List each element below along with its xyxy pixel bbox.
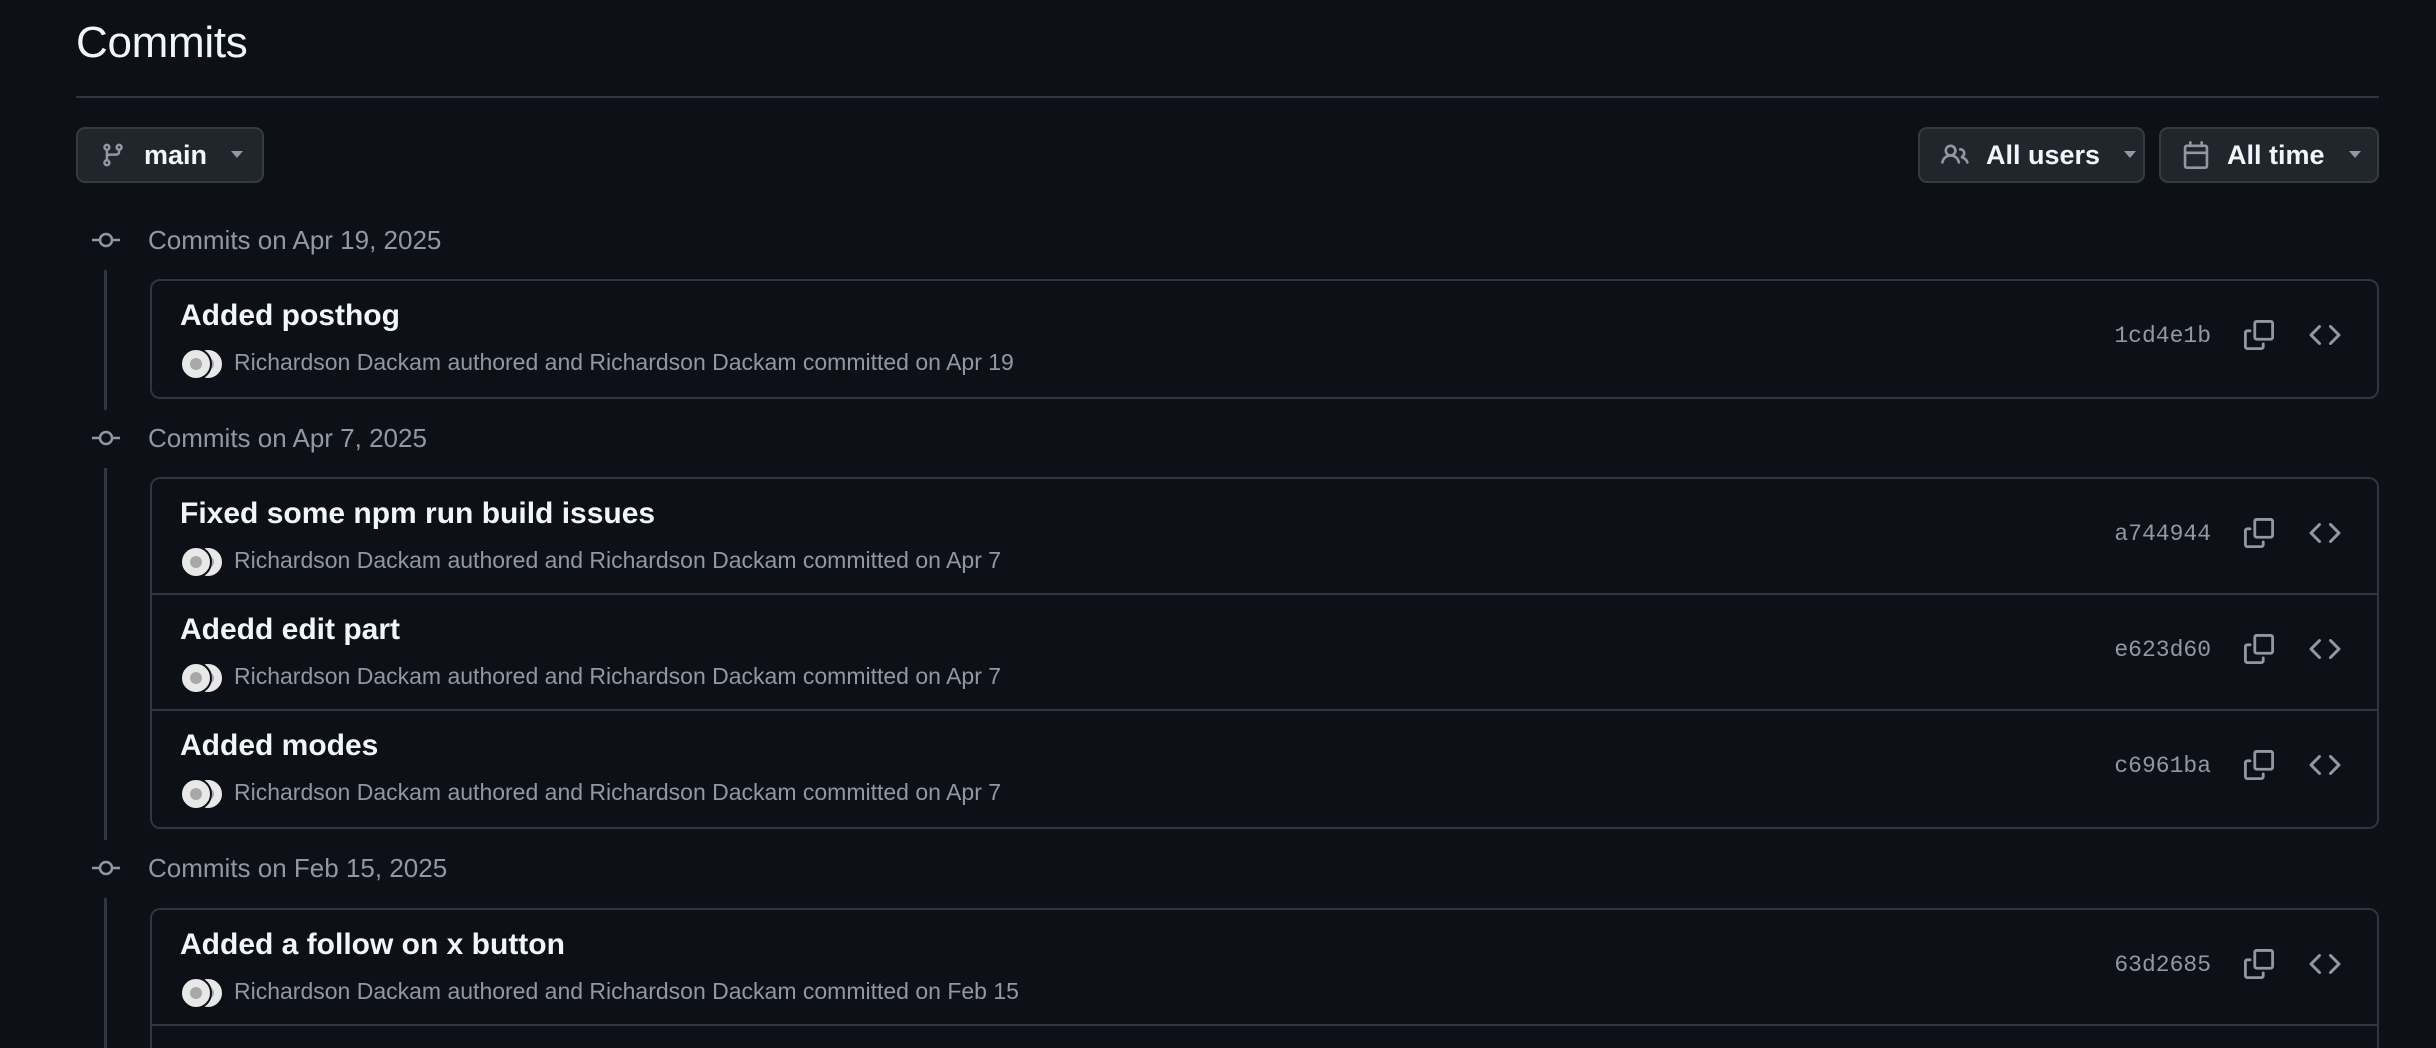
commit-sha-link[interactable]: a744944 <box>2114 521 2211 547</box>
avatar[interactable] <box>180 662 212 694</box>
browse-repo-button[interactable] <box>2307 319 2343 355</box>
commit-meta: Richardson Dackam authored and Richardso… <box>180 775 1002 810</box>
triangle-down-icon <box>229 150 245 160</box>
commit-group-header: Commits on Apr 19, 2025 <box>76 220 441 260</box>
browse-repo-button[interactable] <box>2307 517 2343 553</box>
commit-group-header: Commits on Feb 15, 2025 <box>76 848 447 888</box>
browse-repo-button[interactable] <box>2307 749 2343 785</box>
commit-row: Adedd edit part Richardson Dackam author… <box>152 595 2377 711</box>
commit-author-text: Richardson Dackam authored and Richardso… <box>234 348 1014 375</box>
commit-meta: Richardson Dackam authored and Richardso… <box>180 659 1002 694</box>
author-avatars[interactable] <box>180 544 228 578</box>
commit-list: Added a follow on x button Richardson Da… <box>150 908 2379 1048</box>
users-filter-label: All users <box>1986 139 2101 170</box>
copy-sha-button[interactable] <box>2241 948 2277 984</box>
timeline-line <box>104 898 107 1048</box>
avatar[interactable] <box>180 778 212 810</box>
commit-row: Added a follow on x button Richardson Da… <box>152 910 2377 1026</box>
timeline-line <box>104 270 107 410</box>
users-filter-button[interactable]: All users <box>1918 127 2145 183</box>
avatar[interactable] <box>180 546 212 578</box>
browse-repo-button[interactable] <box>2307 948 2343 984</box>
commit-group-label: Commits on Apr 7, 2025 <box>148 422 427 453</box>
git-commit-icon <box>91 853 121 883</box>
git-commit-icon <box>91 423 121 453</box>
commit-author-text: Richardson Dackam authored and Richardso… <box>234 778 1002 805</box>
commit-message-link[interactable]: Adedd edit part <box>180 613 400 647</box>
code-icon <box>2309 749 2341 786</box>
copy-icon <box>2244 948 2274 984</box>
time-filter-label: All time <box>2227 139 2325 170</box>
commit-row: Added posthog Richardson Dackam authored… <box>152 281 2377 397</box>
copy-icon <box>2244 517 2274 553</box>
commit-sha-link[interactable]: c6961ba <box>2114 753 2211 779</box>
time-filter-button[interactable]: All time <box>2159 127 2379 183</box>
commit-message-link[interactable]: Fixed some npm run build issues <box>180 497 655 531</box>
author-avatars[interactable] <box>180 776 228 810</box>
copy-sha-button[interactable] <box>2241 633 2277 669</box>
commit-row: Fixed some npm run build issues Richards… <box>152 479 2377 595</box>
copy-icon <box>2244 319 2274 355</box>
commit-group-label: Commits on Feb 15, 2025 <box>148 852 448 883</box>
page-title: Commits <box>76 18 248 67</box>
commit-author-text: Richardson Dackam authored and Richardso… <box>234 977 1019 1004</box>
commit-list: Fixed some npm run build issues Richards… <box>150 477 2379 829</box>
title-divider <box>76 96 2379 98</box>
git-branch-icon <box>98 140 128 170</box>
avatar[interactable] <box>180 348 212 380</box>
code-icon <box>2309 517 2341 554</box>
author-avatars[interactable] <box>180 346 228 380</box>
code-icon <box>2309 948 2341 985</box>
commit-meta: Richardson Dackam authored and Richardso… <box>180 974 1019 1009</box>
commit-sha-link[interactable]: 1cd4e1b <box>2114 323 2211 349</box>
commit-meta: Richardson Dackam authored and Richardso… <box>180 543 1002 578</box>
commit-author-text: Richardson Dackam authored and Richardso… <box>234 662 1002 689</box>
copy-icon <box>2244 633 2274 669</box>
code-icon <box>2309 319 2341 356</box>
commit-row: Added modes Richardson Dackam authored a… <box>152 711 2377 827</box>
calendar-icon <box>2181 140 2211 170</box>
author-avatars[interactable] <box>180 975 228 1009</box>
commit-author-text: Richardson Dackam authored and Richardso… <box>234 546 1002 573</box>
git-commit-icon <box>91 225 121 255</box>
code-icon <box>2309 633 2341 670</box>
copy-sha-button[interactable] <box>2241 319 2277 355</box>
commit-sha-link[interactable]: e623d60 <box>2114 637 2211 663</box>
branch-label: main <box>144 139 208 170</box>
commit-group-label: Commits on Apr 19, 2025 <box>148 224 442 255</box>
triangle-down-icon <box>2347 150 2363 160</box>
people-icon <box>1940 140 1970 170</box>
commit-sha-link[interactable]: 63d2685 <box>2114 952 2211 978</box>
copy-sha-button[interactable] <box>2241 749 2277 785</box>
browse-repo-button[interactable] <box>2307 633 2343 669</box>
copy-icon <box>2244 749 2274 785</box>
commit-meta: Richardson Dackam authored and Richardso… <box>180 345 1014 380</box>
commit-message-link[interactable]: Added posthog <box>180 299 400 333</box>
commit-message-link[interactable]: Added modes <box>180 729 378 763</box>
author-avatars[interactable] <box>180 660 228 694</box>
commit-message-link[interactable]: Added a follow on x button <box>180 928 565 962</box>
branch-select-button[interactable]: main <box>76 127 264 183</box>
avatar[interactable] <box>180 977 212 1009</box>
triangle-down-icon <box>2122 150 2138 160</box>
commit-group-header: Commits on Apr 7, 2025 <box>76 418 427 458</box>
timeline-line <box>104 468 107 840</box>
commit-list: Added posthog Richardson Dackam authored… <box>150 279 2379 399</box>
copy-sha-button[interactable] <box>2241 517 2277 553</box>
